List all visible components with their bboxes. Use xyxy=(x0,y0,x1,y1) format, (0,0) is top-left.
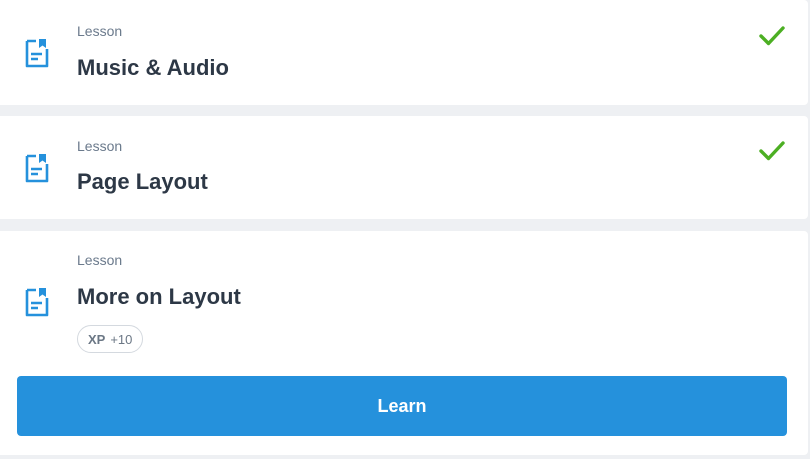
learn-button[interactable]: Learn xyxy=(17,376,787,436)
lesson-card-page-layout[interactable]: Lesson Page Layout xyxy=(0,116,808,219)
checkmark-icon xyxy=(759,26,785,46)
xp-label: XP xyxy=(88,331,106,347)
lesson-card-music-audio[interactable]: Lesson Music & Audio xyxy=(0,0,808,105)
lesson-title: Music & Audio xyxy=(77,55,229,80)
document-icon xyxy=(25,288,49,317)
lesson-kicker: Lesson xyxy=(77,252,123,268)
lesson-title: Page Layout xyxy=(77,169,208,194)
xp-value: +10 xyxy=(110,331,133,347)
lesson-kicker: Lesson xyxy=(77,138,123,154)
document-icon xyxy=(25,39,49,68)
document-icon xyxy=(25,154,49,183)
xp-badge: XP +10 xyxy=(77,325,144,353)
lesson-card-more-on-layout[interactable]: Lesson More on Layout XP +10 Learn xyxy=(0,231,808,455)
lesson-title: More on Layout xyxy=(77,284,241,309)
lesson-kicker: Lesson xyxy=(77,23,123,39)
checkmark-icon xyxy=(759,141,785,161)
